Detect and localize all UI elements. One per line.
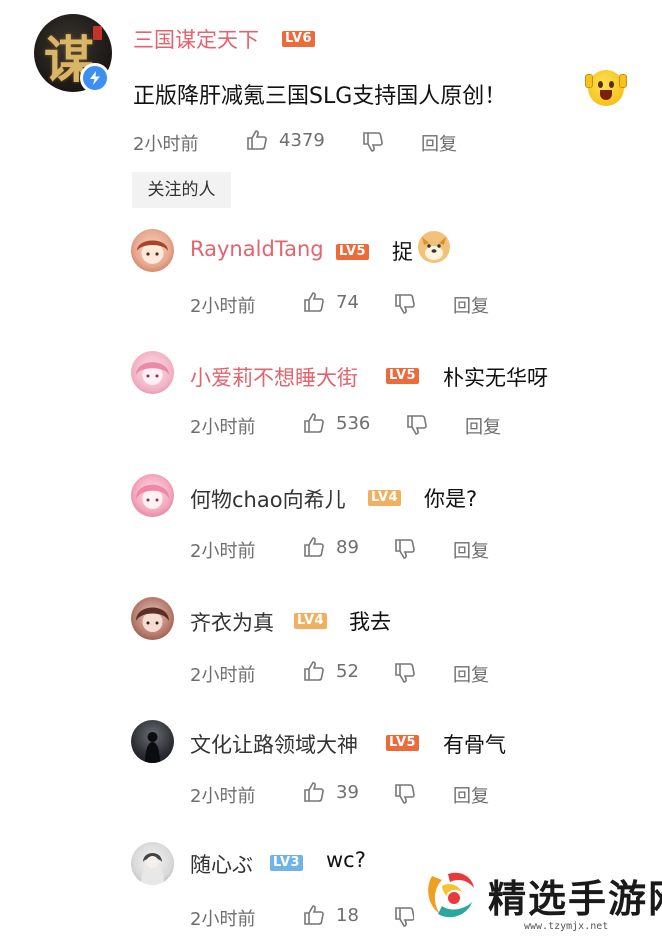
dislike-icon[interactable] [393, 537, 417, 566]
reply-text: wc? [326, 848, 366, 872]
level-badge: LV5 [336, 244, 370, 260]
like-count: 89 [336, 537, 359, 558]
avatar[interactable] [131, 229, 174, 272]
timestamp: 2小时前 [190, 665, 256, 686]
doge-emoji-icon [418, 231, 450, 263]
dislike-icon[interactable] [393, 292, 417, 321]
avatar[interactable] [131, 474, 174, 517]
reply-text: 捉 [392, 240, 413, 264]
level-badge: LV4 [368, 490, 402, 506]
reply-button[interactable]: 回复 [465, 413, 501, 439]
avatar[interactable] [131, 351, 174, 394]
like-icon[interactable] [302, 411, 326, 440]
like-count: 536 [336, 413, 371, 434]
timestamp: 2小时前 [190, 909, 256, 930]
username[interactable]: 齐衣为真 [190, 607, 274, 637]
like-count: 18 [336, 905, 359, 926]
username[interactable]: RaynaldTang [190, 237, 324, 261]
username[interactable]: 随心ぶ [190, 849, 253, 879]
username[interactable]: 三国谋定天下 [133, 24, 259, 54]
avatar[interactable] [131, 842, 174, 885]
reply-text: 我去 [349, 610, 391, 634]
username[interactable]: 何物chao向希儿 [190, 484, 346, 514]
timestamp: 2小时前 [190, 786, 256, 807]
reply-button[interactable]: 回复 [453, 537, 489, 563]
watermark: 精选手游网 www.tzymjx.net [414, 858, 662, 937]
timestamp: 2小时前 [190, 541, 256, 562]
scream-emoji-icon [585, 70, 627, 106]
comment-meta: 2小时前 4379 回复 [133, 126, 473, 156]
like-icon[interactable] [302, 290, 326, 319]
reply-item: 小爱莉不想睡大街 LV5 朴实无华呀 2小时前 536 回复 [0, 347, 662, 469]
reply-button[interactable]: 回复 [453, 661, 489, 687]
site-logo-icon [418, 864, 482, 926]
reply-text: 有骨气 [443, 733, 506, 757]
reply-item: 文化让路领域大神 LV5 有骨气 2小时前 39 回复 [0, 717, 662, 839]
like-icon[interactable] [302, 903, 326, 932]
dislike-icon[interactable] [361, 130, 385, 159]
avatar[interactable] [131, 720, 174, 763]
like-count: 39 [336, 782, 359, 803]
timestamp: 2小时前 [133, 134, 199, 155]
like-count: 52 [336, 661, 359, 682]
verified-icon [80, 63, 110, 93]
watermark-url: www.tzymjx.net [524, 921, 609, 932]
reply-item: 何物chao向希儿 LV4 你是? 2小时前 89 回复 [0, 471, 662, 593]
dislike-icon[interactable] [393, 782, 417, 811]
comment-text: 正版降肝减氪三国SLG支持国人原创！ [133, 84, 507, 109]
follow-tag[interactable]: 关注的人 [132, 172, 231, 208]
dislike-icon[interactable] [405, 413, 429, 442]
reply-button[interactable]: 回复 [421, 130, 457, 156]
reply-item: 齐衣为真 LV4 我去 2小时前 52 回复 [0, 595, 662, 717]
timestamp: 2小时前 [190, 296, 256, 317]
reply-meta: 2小时前 39 回复 [190, 778, 510, 808]
like-icon[interactable] [302, 659, 326, 688]
main-comment: 谋 三国谋定天下 LV6 正版降肝减氪三国SLG支持国人原创！ 2小时前 437… [0, 0, 662, 215]
like-count: 4379 [279, 130, 325, 151]
level-badge: LV6 [282, 31, 316, 47]
watermark-title: 精选手游网 [488, 877, 662, 921]
avatar-seal [93, 26, 102, 40]
like-count: 74 [336, 292, 359, 313]
level-badge: LV3 [270, 855, 304, 871]
like-icon[interactable] [302, 780, 326, 809]
like-icon[interactable] [245, 128, 269, 157]
level-badge: LV5 [386, 735, 420, 751]
reply-text: 朴实无华呀 [443, 366, 548, 390]
reply-meta: 2小时前 89 回复 [190, 533, 510, 563]
dislike-icon[interactable] [393, 661, 417, 690]
timestamp: 2小时前 [190, 417, 256, 438]
username[interactable]: 文化让路领域大神 [190, 729, 358, 759]
reply-meta: 2小时前 536 回复 [190, 409, 520, 439]
reply-item: RaynaldTang LV5 捉 2小时前 74 回复 [0, 225, 662, 347]
reply-button[interactable]: 回复 [453, 782, 489, 808]
reply-button[interactable]: 回复 [453, 292, 489, 318]
reply-meta: 2小时前 74 回复 [190, 288, 510, 318]
reply-text: 你是? [424, 487, 478, 511]
level-badge: LV4 [294, 613, 328, 629]
like-icon[interactable] [302, 535, 326, 564]
username[interactable]: 小爱莉不想睡大街 [190, 362, 358, 392]
level-badge: LV5 [386, 368, 420, 384]
reply-meta: 2小时前 52 回复 [190, 657, 510, 687]
avatar[interactable] [131, 597, 174, 640]
